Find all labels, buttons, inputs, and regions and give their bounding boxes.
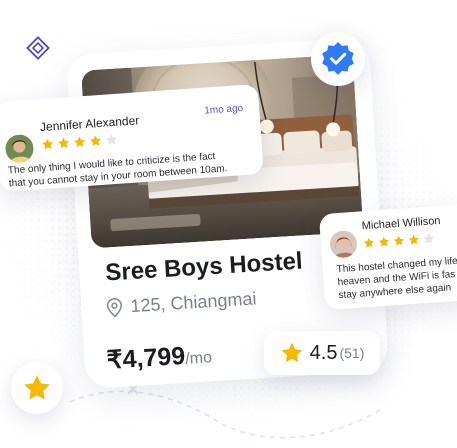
star-icon bbox=[281, 342, 302, 363]
star-icon bbox=[42, 138, 54, 150]
review-time: 1mo ago bbox=[203, 102, 244, 117]
star-icon bbox=[89, 135, 102, 147]
star-badge bbox=[11, 362, 63, 414]
star-icon bbox=[58, 137, 70, 149]
reviewer-name: Michael Willison bbox=[361, 214, 441, 233]
star-rating bbox=[41, 133, 119, 151]
rating-value: 4.5 bbox=[309, 341, 338, 364]
price-unit: /mo bbox=[184, 349, 213, 368]
review-card-michael: Michael Willison This hostel changed my … bbox=[318, 203, 457, 311]
avatar bbox=[329, 229, 358, 259]
listing-location: 125, Chiangmai bbox=[105, 288, 257, 318]
star-icon bbox=[363, 237, 374, 248]
diamond-icon bbox=[26, 36, 50, 60]
star-icon bbox=[408, 234, 419, 245]
star-icon bbox=[74, 136, 86, 148]
star-icon bbox=[378, 236, 389, 247]
listing-price: ₹4,799/mo bbox=[106, 339, 213, 375]
location-text: 125, Chiangmai bbox=[129, 288, 257, 317]
rating-count: (51) bbox=[339, 345, 365, 361]
star-rating bbox=[363, 232, 436, 249]
location-pin-icon bbox=[106, 297, 122, 318]
star-icon bbox=[24, 375, 50, 400]
reviewer-name: Jennifer Alexander bbox=[39, 113, 140, 135]
review-text: This hostel changed my life heaven and t… bbox=[336, 255, 457, 302]
avatar bbox=[4, 133, 35, 164]
rating-badge: 4.5 (51) bbox=[264, 331, 380, 375]
verified-badge bbox=[311, 32, 365, 86]
listing-title: Sree Boys Hostel bbox=[104, 247, 304, 287]
price-amount: ₹4,799 bbox=[105, 341, 186, 375]
review-card-jennifer: Jennifer Alexander 1mo ago The only thin… bbox=[0, 83, 264, 193]
star-icon bbox=[393, 235, 404, 246]
star-empty-icon bbox=[105, 134, 117, 145]
verified-check-icon bbox=[322, 42, 354, 75]
star-empty-icon bbox=[423, 233, 434, 244]
